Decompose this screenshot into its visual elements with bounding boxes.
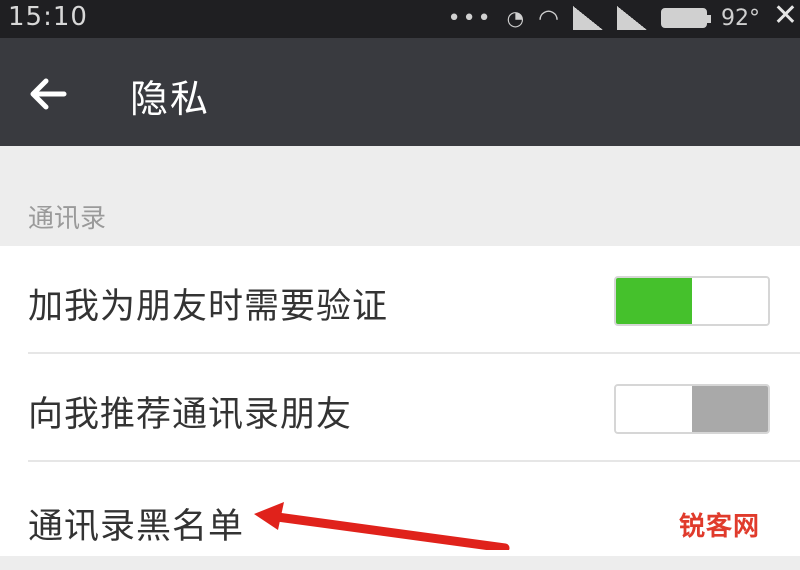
section-header: 通讯录 (0, 146, 800, 246)
section-header-label: 通讯录 (28, 204, 107, 234)
toggle-segment (692, 278, 768, 324)
toggle-segment (692, 386, 768, 432)
setting-row-recommend-contacts[interactable]: 向我推荐通讯录朋友 (0, 354, 800, 462)
page-title: 隐私 (130, 77, 211, 121)
status-icons: ••• ◔ ◠ 92° (448, 4, 760, 32)
wifi-icon: ◠ (538, 4, 559, 32)
recommend-contacts-toggle[interactable] (614, 384, 770, 434)
toggle-segment (616, 386, 692, 432)
setting-label: 向我推荐通讯录朋友 (28, 395, 353, 435)
more-dots-icon: ••• (447, 5, 493, 31)
status-time: 15:10 (8, 2, 88, 32)
signal-icon (617, 6, 647, 30)
toggle-segment (616, 278, 692, 324)
setting-label: 通讯录黑名单 (28, 507, 245, 547)
setting-row-verify-friend[interactable]: 加我为朋友时需要验证 (0, 246, 800, 354)
setting-label: 加我为朋友时需要验证 (28, 287, 389, 327)
battery-icon (661, 8, 711, 28)
signal-icon (573, 6, 603, 30)
watermark-logo: 锐客网 (678, 512, 760, 542)
annotation-arrow (254, 502, 510, 550)
back-arrow-icon[interactable] (28, 74, 68, 114)
status-bar: 15:10 ••• ◔ ◠ 92° ✕ (0, 0, 800, 38)
alarm-icon: ◔ (506, 6, 525, 30)
battery-level: 92° (721, 5, 760, 31)
verify-friend-toggle[interactable] (614, 276, 770, 326)
close-icon[interactable]: ✕ (773, 0, 798, 33)
title-bar: 隐私 (0, 38, 800, 146)
